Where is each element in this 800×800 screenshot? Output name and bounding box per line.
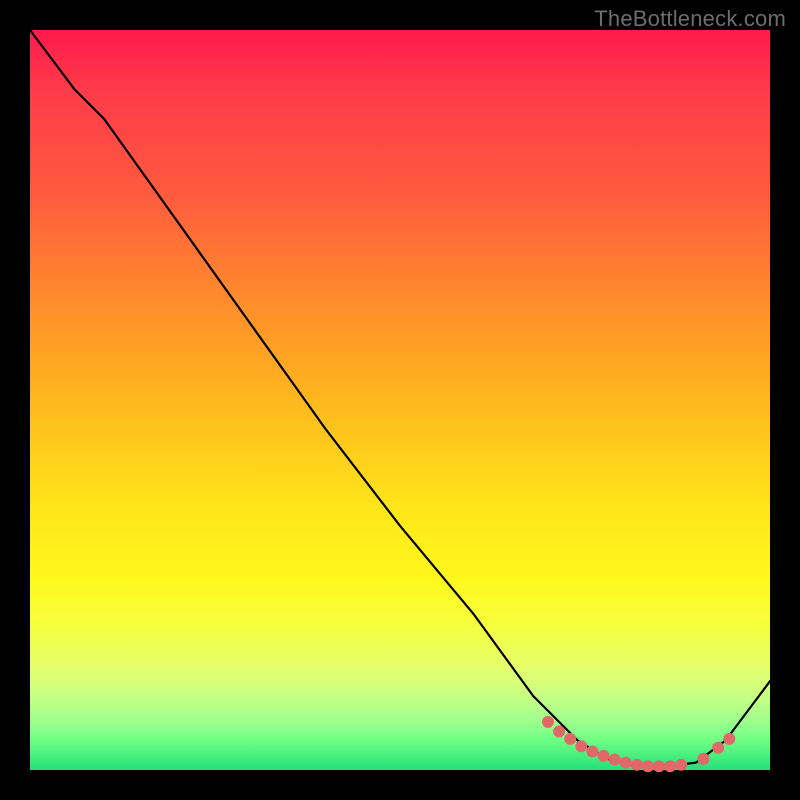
highlight-dots [543, 716, 735, 771]
highlight-dot [565, 733, 576, 744]
highlight-dot [654, 761, 665, 772]
watermark-text: TheBottleneck.com [594, 6, 786, 32]
highlight-dot [698, 753, 709, 764]
highlight-dot [665, 761, 676, 772]
highlight-dot [642, 761, 653, 772]
highlight-dot [713, 742, 724, 753]
highlight-dot [724, 733, 735, 744]
highlight-dot [554, 726, 565, 737]
highlight-dot [631, 759, 642, 770]
highlight-dot [576, 741, 587, 752]
highlight-dot [676, 759, 687, 770]
highlight-dot [620, 757, 631, 768]
highlight-dot [587, 746, 598, 757]
bottleneck-curve [30, 30, 770, 766]
plot-area [30, 30, 770, 770]
highlight-dot [609, 754, 620, 765]
chart-frame: TheBottleneck.com [0, 0, 800, 800]
chart-svg [30, 30, 770, 770]
highlight-dot [598, 750, 609, 761]
highlight-dot [543, 716, 554, 727]
